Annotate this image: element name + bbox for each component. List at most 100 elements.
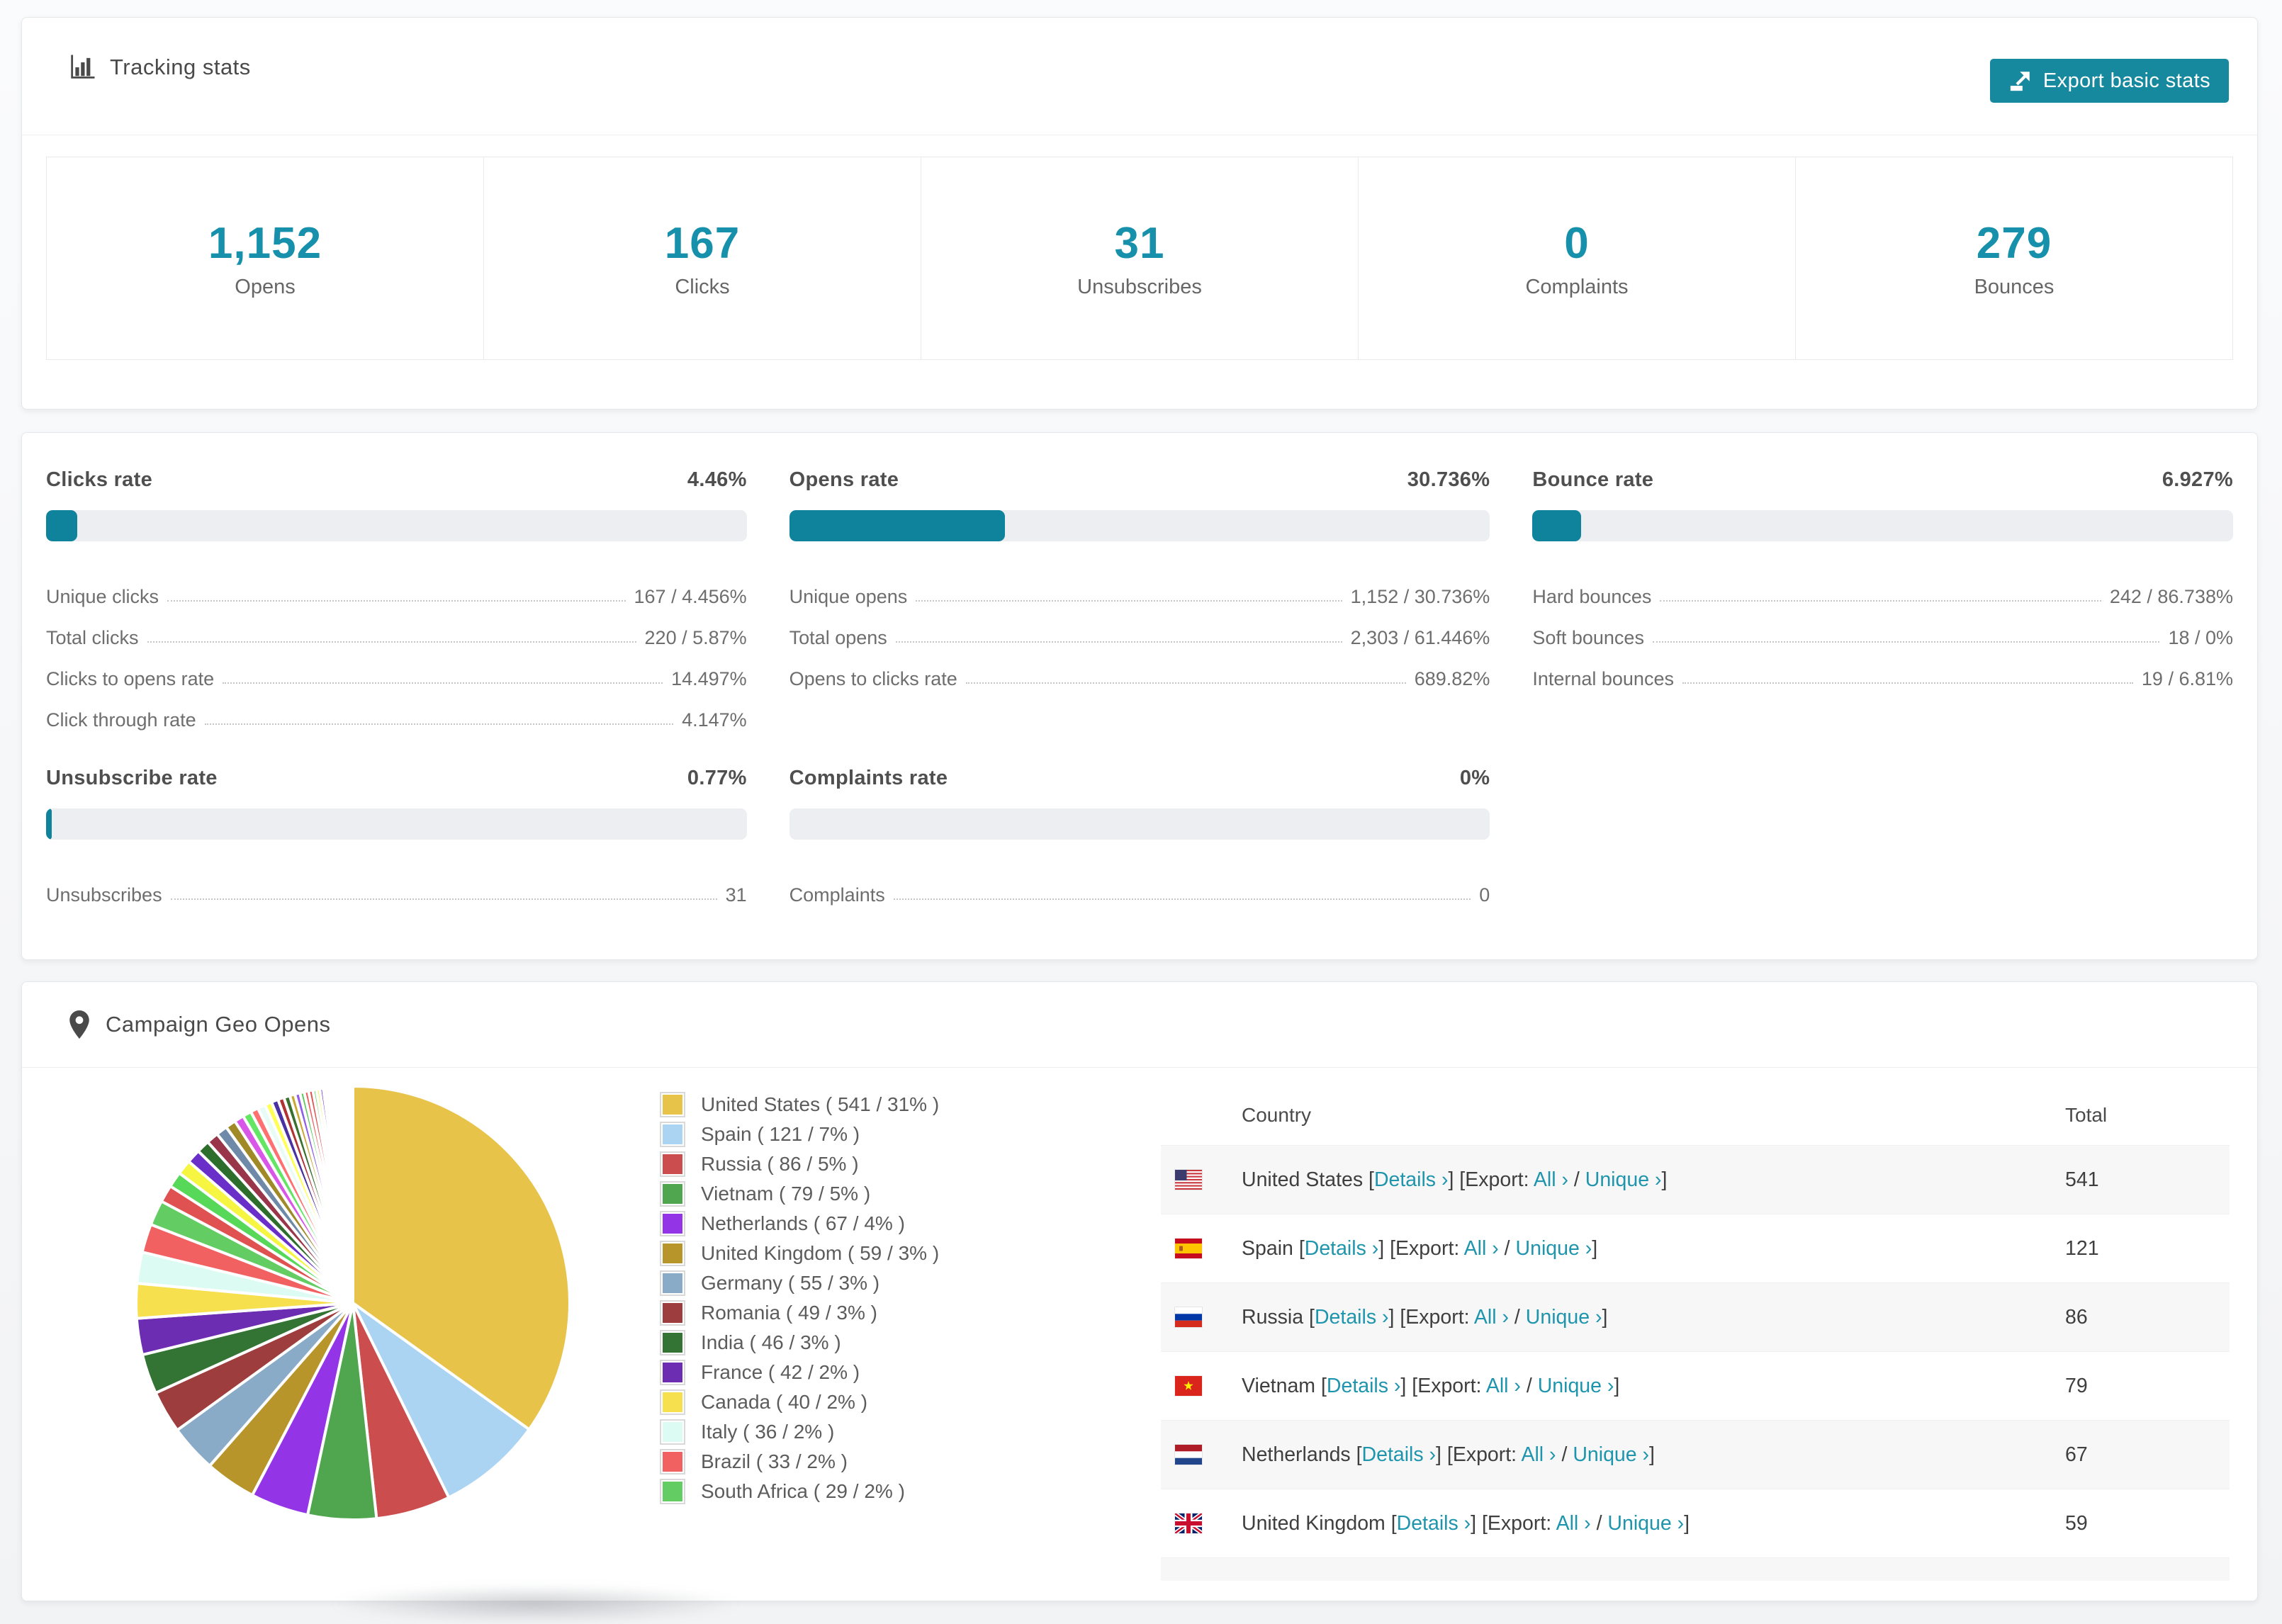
export-unique-link[interactable]: Unique › [1538,1375,1614,1397]
legend-item-france: France ( 42 / 2% ) [660,1358,939,1387]
table-row-spain: Spain [Details ›] [Export: All › / Uniqu… [1161,1214,2230,1282]
details-link[interactable]: Details › [1362,1443,1437,1466]
detail-label: Total opens [789,627,887,648]
progress-bar [789,808,1490,840]
table-row-russia: Russia [Details ›] [Export: All › / Uniq… [1161,1282,2230,1351]
bracket: [ [1356,1443,1362,1466]
export-label: Export: [1487,1511,1556,1535]
legend-item-united-states: United States ( 541 / 31% ) [660,1090,939,1120]
rate-card-bounce-rate: Bounce rate 6.927% Hard bounces 242 / 86… [1532,468,2233,690]
geo-legend: United States ( 541 / 31% ) Spain ( 121 … [660,1090,939,1506]
detail-label: Hard bounces [1532,586,1652,607]
map-pin-icon [69,1010,90,1039]
legend-swatch [660,1241,685,1266]
stat-unsubscribes: 31 Unsubscribes [921,157,1359,359]
export-all-link[interactable]: All › [1486,1375,1521,1397]
rate-card-complaints-rate: Complaints rate 0% Complaints 0 [789,767,1490,906]
legend-item-spain: Spain ( 121 / 7% ) [660,1120,939,1149]
rate-card-title: Opens rate [789,468,899,491]
bracket: ] [1592,1236,1598,1260]
export-unique-link[interactable]: Unique › [1526,1306,1602,1329]
table-row-germany: Germany [Details ›] [Export: All › / Uni… [1161,1557,2230,1581]
rate-card-percent: 4.46% [687,468,747,491]
progress-bar [1532,510,2233,541]
flag-vn-icon [1175,1376,1202,1396]
geo-opens-panel: Campaign Geo Opens United States ( 541 /… [21,981,2258,1601]
detail-row-total-clicks: Total clicks 220 / 5.87% [46,608,747,649]
export-label: Export: [1417,1374,1486,1397]
bracket: [ [1298,1236,1305,1260]
rate-cards-grid: Clicks rate 4.46% Unique clicks 167 / 4.… [22,433,2257,906]
bracket: ] [ [1400,1374,1418,1397]
export-unique-link[interactable]: Unique › [1573,1443,1649,1466]
stat-opens: 1,152 Opens [47,157,484,359]
details-link[interactable]: Details › [1305,1237,1379,1260]
legend-label: India ( 46 / 3% ) [701,1331,841,1353]
details-link[interactable]: Details › [1327,1375,1401,1397]
detail-label: Opens to clicks rate [789,668,957,689]
rates-panel: Clicks rate 4.46% Unique clicks 167 / 4.… [21,432,2258,960]
legend-swatch [660,1151,685,1177]
pie-slice-other-44[interactable] [350,1084,354,1304]
rate-card-opens-rate: Opens rate 30.736% Unique opens 1,152 / … [789,468,1490,690]
export-all-link[interactable]: All › [1464,1237,1499,1260]
bracket: ] [1649,1443,1655,1466]
bar-chart-icon [67,52,97,82]
export-unique-link[interactable]: Unique › [1585,1168,1662,1191]
tracking-stats-header: Tracking stats Export basic stats [22,18,2257,117]
slash: / [1590,1511,1608,1535]
detail-row-unique-clicks: Unique clicks 167 / 4.456% [46,567,747,608]
export-label: Export: [1465,1168,1534,1191]
export-all-link[interactable]: All › [1521,1443,1556,1466]
country-total: 121 [2065,1236,2099,1260]
detail-value: 2,303 / 61.446% [1350,627,1490,648]
slash: / [1556,1443,1573,1466]
country-total: 67 [2065,1443,2088,1466]
legend-item-canada: Canada ( 40 / 2% ) [660,1387,939,1417]
bracket: ] [ [1436,1443,1453,1466]
bracket: ] [1614,1374,1620,1397]
export-icon [2010,72,2030,91]
export-basic-stats-button[interactable]: Export basic stats [1989,59,2229,103]
details-link[interactable]: Details › [1397,1512,1471,1535]
flag-us-icon [1175,1170,1202,1190]
export-all-link[interactable]: All › [1534,1168,1568,1191]
legend-swatch [660,1122,685,1147]
details-link[interactable]: Details › [1374,1168,1449,1191]
legend-swatch [660,1092,685,1117]
stat-value: 279 [1976,218,2052,268]
country-total: 59 [2065,1511,2088,1535]
detail-label: Internal bounces [1532,668,1674,689]
detail-row-hard-bounces: Hard bounces 242 / 86.738% [1532,567,2233,608]
detail-row-complaints: Complaints 0 [789,865,1490,906]
export-unique-link[interactable]: Unique › [1607,1512,1684,1535]
details-link[interactable]: Details › [1315,1306,1389,1329]
detail-row-clicks-to-opens-rate: Clicks to opens rate 14.497% [46,649,747,690]
legend-item-romania: Romania ( 49 / 3% ) [660,1298,939,1328]
geo-table-header: Country Total [1161,1085,2230,1145]
legend-swatch [660,1389,685,1415]
detail-value: 0 [1479,884,1490,906]
rate-card-unsubscribe-rate: Unsubscribe rate 0.77% Unsubscribes 31 [46,767,747,906]
bracket: ] [ [1388,1305,1406,1329]
stat-value: 0 [1564,218,1590,268]
detail-label: Clicks to opens rate [46,668,215,689]
export-unique-link[interactable]: Unique › [1516,1237,1592,1260]
table-row-united-states: United States [Details ›] [Export: All ›… [1161,1145,2230,1214]
country-total: 86 [2065,1305,2088,1329]
legend-label: Spain ( 121 / 7% ) [701,1123,860,1145]
slash: / [1509,1305,1526,1329]
geo-table-body: United States [Details ›] [Export: All ›… [1161,1145,2230,1581]
detail-row-click-through-rate: Click through rate 4.147% [46,690,747,731]
detail-label: Soft bounces [1532,627,1644,648]
country-total: 79 [2065,1374,2088,1397]
export-all-link[interactable]: All › [1474,1306,1509,1329]
legend-label: Canada ( 40 / 2% ) [701,1391,868,1413]
legend-label: South Africa ( 29 / 2% ) [701,1480,905,1502]
rate-card-rows: Hard bounces 242 / 86.738% Soft bounces … [1532,567,2233,690]
country-name: Netherlands [1242,1443,1356,1466]
rate-card-rows: Complaints 0 [789,865,1490,906]
rate-card-clicks-rate: Clicks rate 4.46% Unique clicks 167 / 4.… [46,468,747,731]
legend-item-italy: Italy ( 36 / 2% ) [660,1417,939,1447]
export-all-link[interactable]: All › [1556,1512,1591,1535]
